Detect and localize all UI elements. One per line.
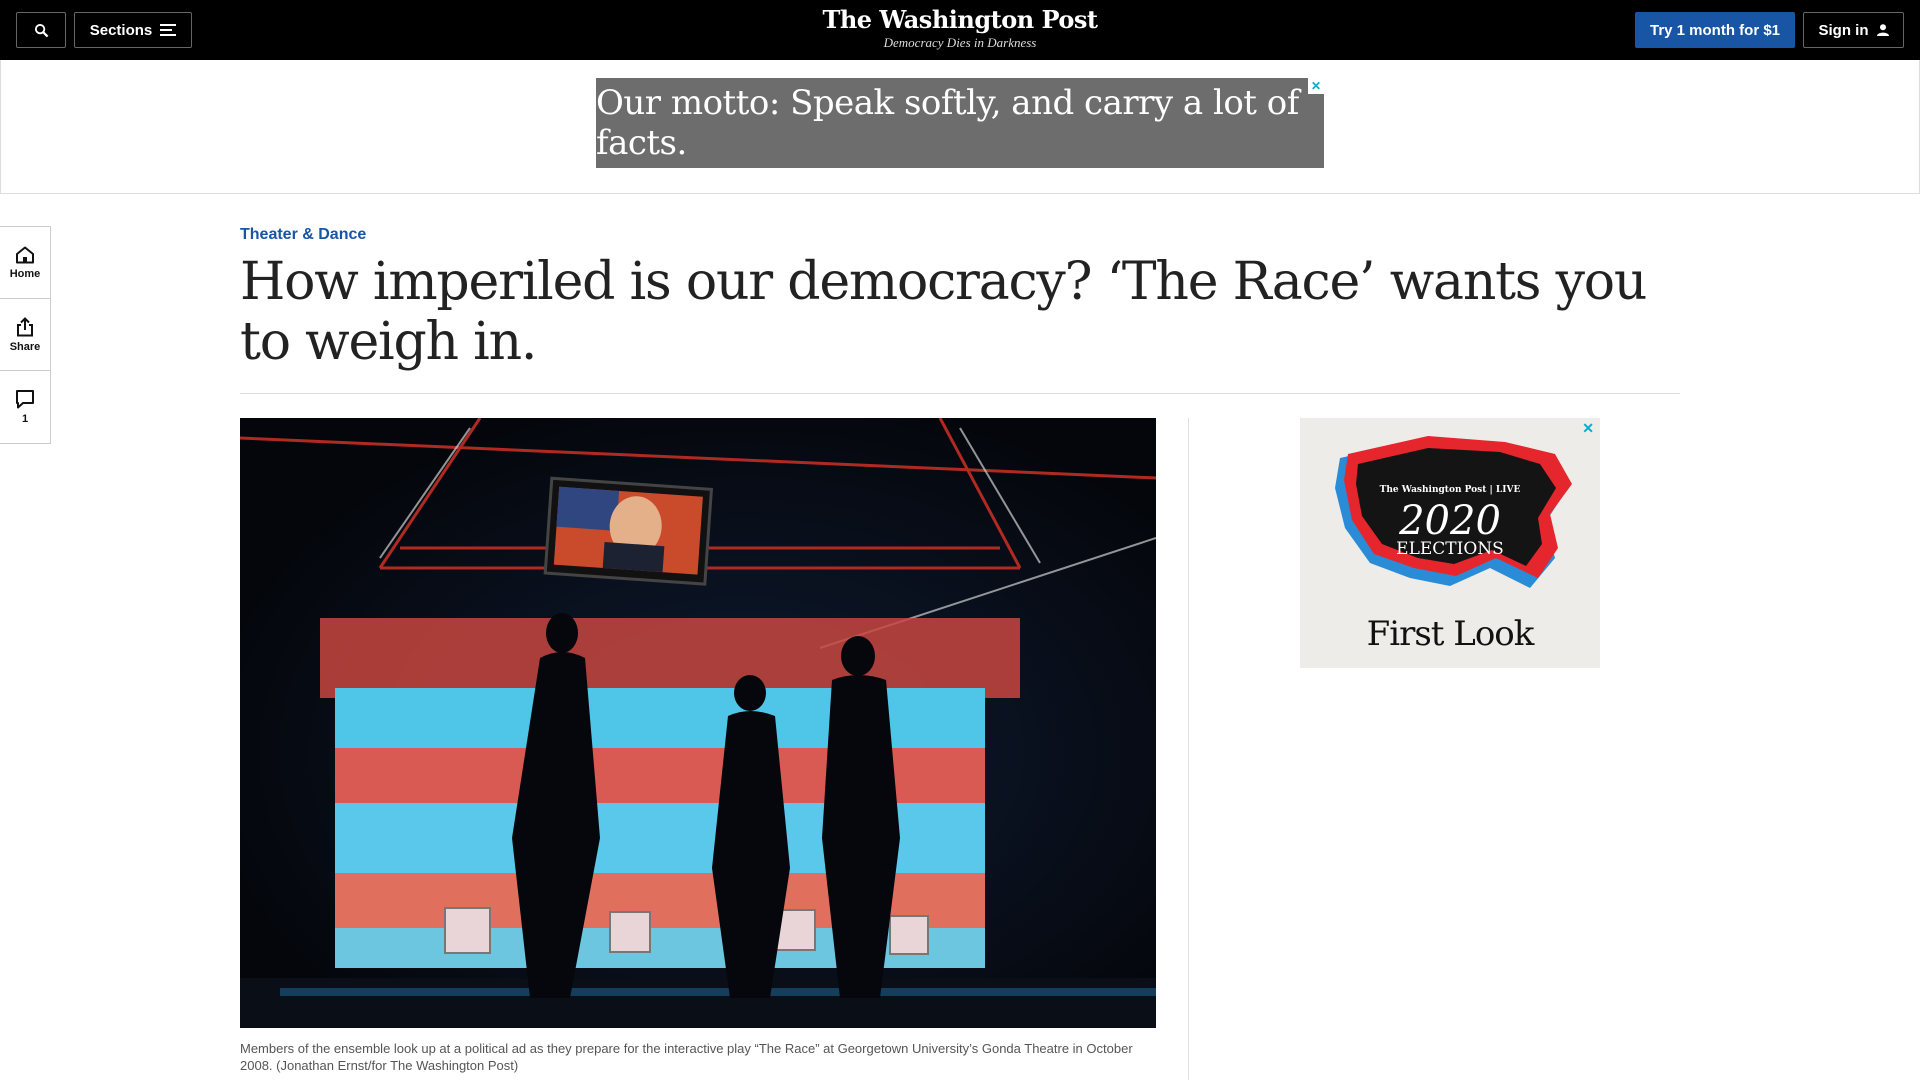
share-icon: [17, 316, 33, 336]
right-rail-ad[interactable]: The Washington Post | LIVE 2020 ELECTION…: [1300, 418, 1600, 668]
ad-title: First Look: [1366, 614, 1535, 654]
subscribe-button[interactable]: Try 1 month for $1: [1635, 12, 1795, 48]
comment-icon: [16, 390, 34, 409]
share-label: Share: [9, 340, 41, 353]
masthead-logo: The Washington Post: [822, 5, 1098, 34]
sign-in-button[interactable]: Sign in: [1803, 12, 1904, 48]
stage-photo-illustration: [240, 418, 1156, 1028]
us-map-graphic: The Washington Post | LIVE 2020 ELECTION…: [1335, 436, 1572, 588]
side-rail: Home Share 1: [0, 226, 51, 444]
user-icon: [1876, 24, 1889, 36]
home-icon: [16, 246, 34, 263]
top-nav: Sections The Washington Post Democracy D…: [0, 0, 1920, 60]
headline-divider: [240, 393, 1680, 394]
sections-label: Sections: [89, 21, 153, 39]
comments-count: 1: [21, 413, 29, 425]
ad-event: ELECTIONS: [1396, 539, 1504, 559]
ad-year: 2020: [1398, 498, 1501, 544]
rail-comments-button[interactable]: 1: [0, 371, 50, 443]
masthead-tagline: Democracy Dies in Darkness: [883, 35, 1037, 50]
lead-photo: [240, 418, 1156, 1028]
ad-close-icon[interactable]: ✕: [1308, 78, 1324, 94]
search-icon: [34, 23, 48, 37]
section-kicker-link[interactable]: Theater & Dance: [240, 226, 366, 244]
column-divider: [1188, 418, 1189, 1080]
rail-home-button[interactable]: Home: [0, 227, 50, 299]
photo-caption: Members of the ensemble look up at a pol…: [240, 1041, 1133, 1073]
article-headline: How imperiled is our democracy? ‘The Rac…: [240, 252, 1647, 372]
rail-share-button[interactable]: Share: [0, 299, 50, 371]
menu-icon: [160, 24, 177, 36]
home-label: Home: [9, 267, 41, 280]
ad-brand: The Washington Post | LIVE: [1380, 485, 1521, 495]
sections-button[interactable]: Sections: [74, 12, 192, 48]
top-ad[interactable]: Our motto: Speak softly, and carry a lot…: [596, 78, 1324, 168]
search-button[interactable]: [16, 12, 66, 48]
right-ad-close-icon[interactable]: ✕: [1582, 420, 1594, 437]
top-ad-text: Our motto: Speak softly, and carry a lot…: [596, 83, 1299, 163]
masthead[interactable]: The Washington Post Democracy Dies in Da…: [760, 5, 1160, 51]
sign-in-label: Sign in: [1818, 21, 1869, 39]
